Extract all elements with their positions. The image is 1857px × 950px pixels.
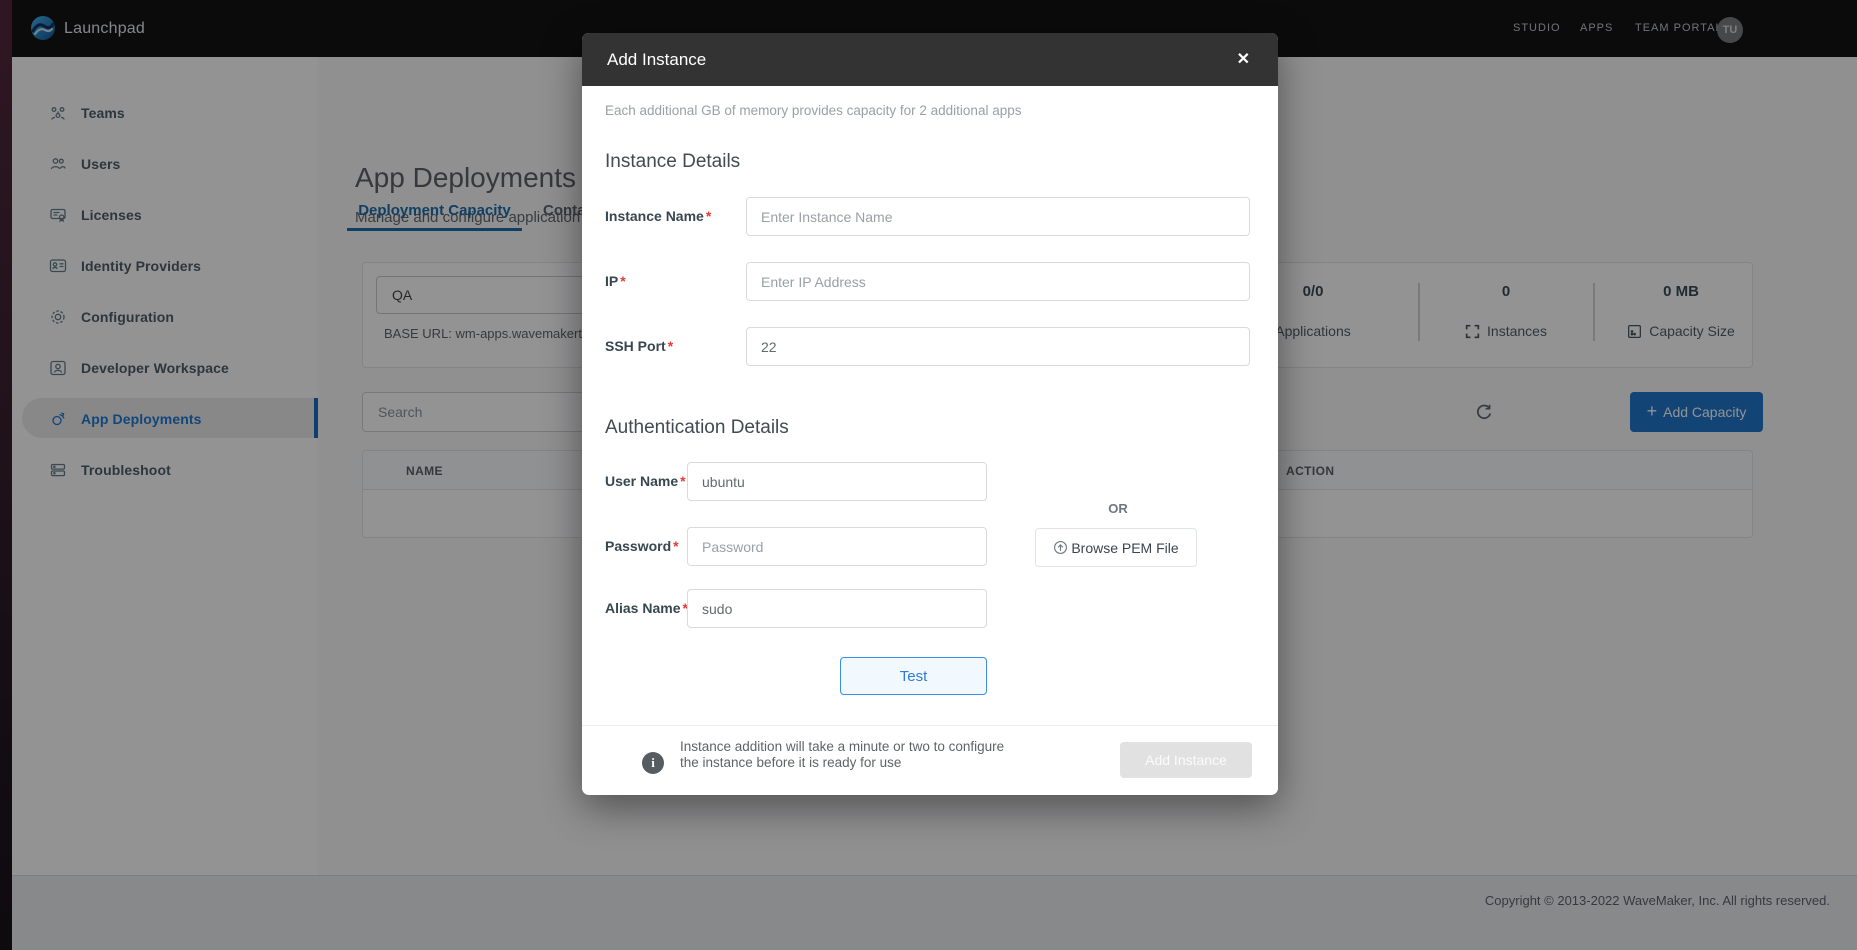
upload-icon: [1053, 540, 1068, 555]
user-name-input[interactable]: [687, 462, 987, 501]
user-name-label: User Name*: [605, 473, 686, 489]
ssh-port-input[interactable]: [746, 327, 1250, 366]
add-instance-modal: Add Instance ✕ Each additional GB of mem…: [582, 33, 1278, 795]
modal-footer-note: Instance addition will take a minute or …: [680, 739, 1004, 771]
test-button[interactable]: Test: [840, 657, 987, 695]
ssh-port-label: SSH Port*: [605, 338, 673, 354]
instance-name-input[interactable]: [746, 197, 1250, 236]
modal-footer-divider: [582, 725, 1278, 726]
password-input[interactable]: [687, 527, 987, 566]
section-instance-details: Instance Details: [605, 151, 740, 173]
required-asterisk: *: [706, 208, 711, 224]
close-icon[interactable]: ✕: [1237, 52, 1250, 68]
test-button-label: Test: [900, 668, 928, 685]
password-label: Password*: [605, 538, 679, 554]
required-asterisk: *: [673, 538, 678, 554]
modal-description: Each additional GB of memory provides ca…: [605, 103, 1021, 118]
browse-pem-label: Browse PEM File: [1071, 540, 1178, 556]
info-icon: i: [642, 752, 664, 774]
browse-pem-file-button[interactable]: Browse PEM File: [1035, 528, 1197, 567]
modal-title: Add Instance: [607, 50, 706, 70]
ip-label: IP*: [605, 273, 626, 289]
ip-input[interactable]: [746, 262, 1250, 301]
instance-name-label: Instance Name*: [605, 208, 711, 224]
required-asterisk: *: [680, 473, 685, 489]
modal-header: Add Instance ✕: [582, 33, 1278, 86]
note-line-1: Instance addition will take a minute or …: [680, 739, 1004, 755]
required-asterisk: *: [668, 338, 673, 354]
note-line-2: the instance before it is ready for use: [680, 755, 1004, 771]
add-instance-submit-button[interactable]: Add Instance: [1120, 742, 1252, 778]
alias-name-input[interactable]: [687, 589, 987, 628]
required-asterisk: *: [620, 273, 625, 289]
alias-name-label: Alias Name*: [605, 600, 688, 616]
or-separator-label: OR: [1078, 501, 1158, 516]
section-authentication-details: Authentication Details: [605, 417, 789, 439]
